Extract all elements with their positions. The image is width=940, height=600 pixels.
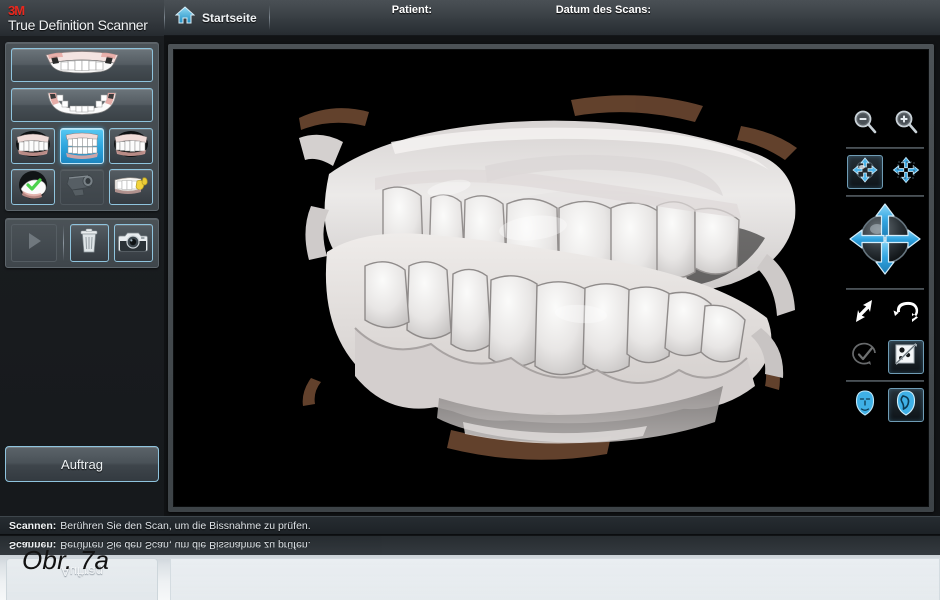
pan-four-arrows-icon: [892, 156, 920, 189]
dental-arch-bite-3d-scan: [174, 50, 928, 506]
status-label: Scannen:: [9, 519, 57, 532]
viewport-tool-rail: [842, 102, 928, 427]
rail-row-transform: [842, 150, 928, 194]
margin-marking-button[interactable]: [11, 169, 55, 205]
teeth-right-buccal-icon: [112, 129, 150, 163]
scan-tools-panel: [5, 42, 159, 211]
face-front-icon: [853, 389, 877, 422]
figure-caption: Obr. 7a: [22, 545, 110, 575]
texture-toggle-button[interactable]: [887, 340, 924, 374]
camera-icon: [118, 229, 149, 258]
reflected-viewport-frame: [170, 558, 940, 600]
screen-reflection-area: Scannen: Berühren Sie den Scan, um die B…: [0, 536, 940, 600]
teeth-left-buccal-icon: [14, 129, 52, 163]
rotate-model-arrows-icon: [851, 156, 879, 189]
checkmark-circle-icon: [851, 342, 879, 373]
accept-scan-button[interactable]: [847, 340, 883, 374]
status-bar: Scannen: Berühren Sie den Scan, um die B…: [0, 516, 940, 535]
rail-row-rotate: [842, 291, 928, 335]
circular-rotate-arrow-icon: [891, 298, 921, 329]
diagonal-rotate-arrows-icon: [851, 298, 879, 329]
rail-divider-1: [846, 147, 924, 149]
patient-label: Patient:: [391, 4, 433, 16]
trash-can-icon: [78, 228, 100, 259]
order-button[interactable]: Auftrag: [5, 446, 159, 482]
face-profile-icon: [894, 389, 918, 422]
sidebar-empty-area: [5, 268, 159, 446]
restoration-button[interactable]: [109, 169, 153, 205]
view-tool-grid: [11, 128, 153, 205]
rail-row-zoom: [842, 102, 928, 146]
magnifier-minus-icon: [852, 109, 878, 140]
brand-product-name: True Definition Scanner: [8, 16, 148, 33]
camera-button[interactable]: [113, 224, 153, 262]
view-bite-front-button[interactable]: [60, 128, 104, 164]
four-way-navigation-sphere-icon: [848, 202, 922, 281]
rotate-diagonal-button[interactable]: [847, 296, 883, 330]
scanner-wand-button[interactable]: [60, 169, 104, 205]
play-triangle-icon: [23, 230, 45, 257]
upper-arch-button[interactable]: [11, 48, 153, 82]
view-buccal-left-button[interactable]: [11, 128, 55, 164]
lower-arch-button[interactable]: [11, 88, 153, 122]
app-header: 3M True Definition Scanner Startseite Pa…: [0, 0, 940, 36]
teeth-front-bite-icon: [63, 129, 101, 163]
lower-dental-arch-icon: [36, 90, 128, 121]
face-front-view-button[interactable]: [847, 388, 883, 422]
magnifier-plus-icon: [893, 109, 919, 140]
reflected-status-bar: Scannen: Berühren Sie den Scan, um die B…: [0, 536, 940, 555]
rotate-circular-button[interactable]: [888, 296, 924, 330]
face-profile-view-button[interactable]: [887, 388, 924, 422]
home-button-label: Startseite: [202, 10, 257, 25]
rail-divider-2: [846, 195, 924, 197]
left-sidebar: Auftrag: [0, 36, 164, 516]
zoom-out-button[interactable]: [847, 107, 883, 141]
header-field-group: Patient: Datum des Scans:: [270, 0, 940, 35]
play-button[interactable]: [11, 224, 57, 262]
brand-logo-3m: 3M: [8, 2, 25, 18]
action-row: [11, 224, 153, 262]
home-icon: [174, 6, 196, 29]
brand-block: 3M True Definition Scanner: [0, 0, 164, 36]
viewport-frame: [168, 44, 934, 512]
capture-actions-panel: [5, 218, 159, 268]
rail-divider-4: [846, 380, 924, 382]
upper-dental-arch-icon: [36, 50, 128, 81]
tooth-prep-check-icon: [15, 170, 51, 204]
home-button[interactable]: Startseite: [165, 0, 269, 35]
rotate-model-button[interactable]: [846, 155, 883, 189]
status-message: Berühren Sie den Scan, um die Bissnahme …: [60, 519, 311, 532]
rail-row-face: [842, 383, 928, 427]
navigation-pad[interactable]: [842, 198, 928, 287]
scanner-handpiece-icon: [63, 171, 101, 204]
rail-divider-3: [846, 288, 924, 290]
rail-row-confirm: [842, 335, 928, 379]
pan-model-button[interactable]: [888, 155, 924, 189]
crown-restoration-icon: [112, 172, 150, 203]
zoom-in-button[interactable]: [888, 107, 924, 141]
scanner-application-window: 3M True Definition Scanner Startseite Pa…: [0, 0, 940, 600]
scan-date-label: Datum des Scans:: [555, 4, 652, 16]
texture-image-toggle-icon: [893, 342, 919, 373]
action-divider: [62, 225, 64, 261]
delete-button[interactable]: [69, 224, 109, 262]
view-buccal-right-button[interactable]: [109, 128, 153, 164]
scan-3d-viewport[interactable]: [173, 49, 929, 507]
